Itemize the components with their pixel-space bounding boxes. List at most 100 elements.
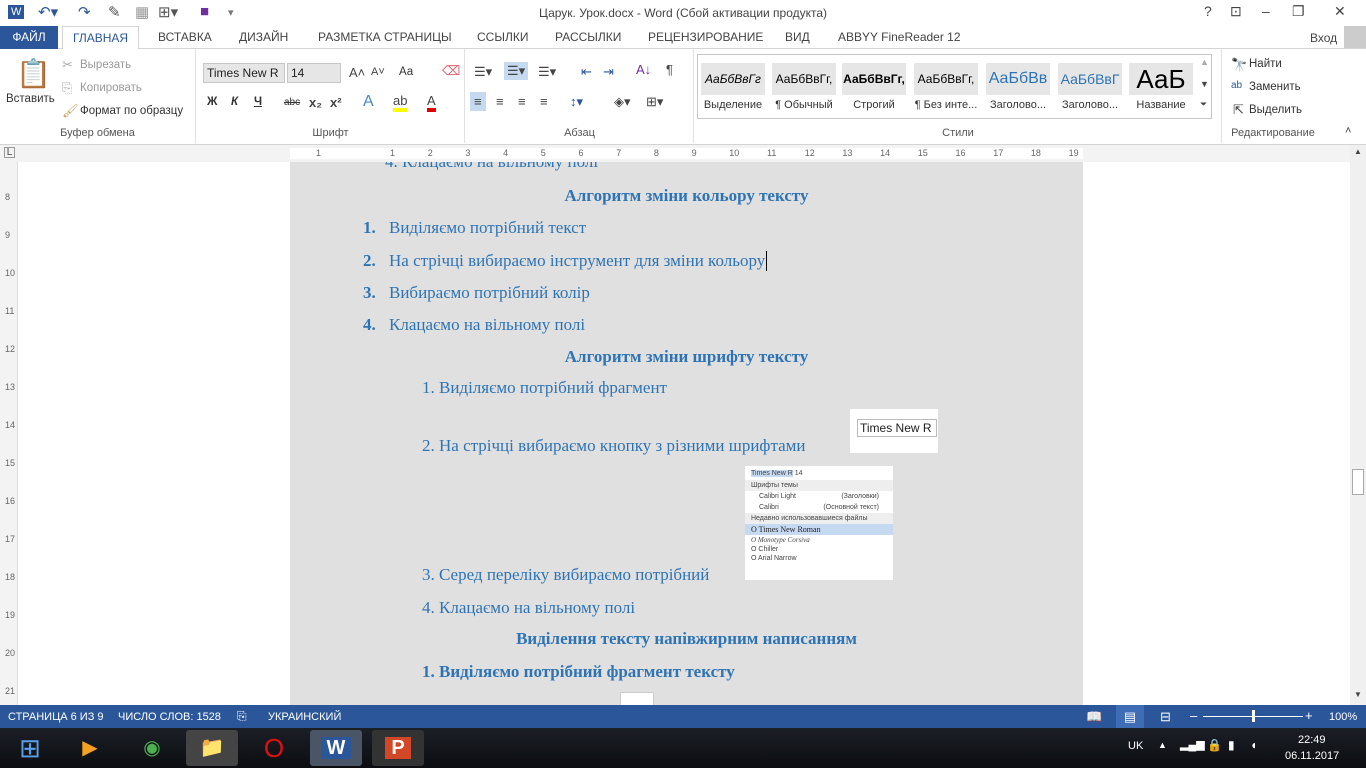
vertical-scrollbar[interactable]: ▲ ▼ xyxy=(1350,145,1366,705)
signal-icon[interactable]: ▂▄▆ xyxy=(1180,738,1205,751)
style-emphasis[interactable]: АаБбВвГг Выделение xyxy=(701,63,765,115)
style-heading-1[interactable]: АаБбВв Заголово... xyxy=(986,63,1050,115)
align-center-icon[interactable]: ≡ xyxy=(496,94,504,109)
print-layout-icon[interactable]: ▤ xyxy=(1116,705,1144,728)
align-right-icon[interactable]: ≡ xyxy=(518,94,526,109)
input-language[interactable]: UK xyxy=(1128,740,1143,752)
tab-file[interactable]: ФАЙЛ xyxy=(0,26,58,49)
tab-view[interactable]: ВИД xyxy=(775,26,820,49)
show-marks-icon[interactable]: ¶ xyxy=(666,62,673,77)
select-button[interactable]: Выделить xyxy=(1249,104,1302,116)
replace-button[interactable]: Заменить xyxy=(1249,81,1301,93)
font-size-select[interactable]: 14 xyxy=(287,63,341,83)
multilevel-list-icon[interactable]: ☰▾ xyxy=(538,64,556,80)
copy-button[interactable]: Копировать xyxy=(80,82,142,94)
chrome-icon[interactable]: ◉ xyxy=(126,730,178,766)
strikethrough-button[interactable]: abc xyxy=(284,97,300,108)
scroll-down-icon[interactable]: ▼ xyxy=(1354,690,1362,699)
media-player-icon[interactable]: ▶ xyxy=(64,730,116,766)
clear-formatting-icon[interactable]: ⌫ xyxy=(442,63,460,79)
tray-arrow-icon[interactable]: ▲ xyxy=(1158,740,1167,750)
shading-icon[interactable]: ◈▾ xyxy=(614,94,631,110)
underline-button[interactable]: Ч xyxy=(254,96,262,108)
font-box-image[interactable]: Times New R xyxy=(850,409,938,453)
word-count[interactable]: ЧИСЛО СЛОВ: 1528 xyxy=(118,711,221,723)
sign-in-link[interactable]: Вход xyxy=(1310,31,1337,45)
scroll-thumb[interactable] xyxy=(1352,469,1364,495)
help-button[interactable]: ? xyxy=(1204,3,1212,19)
minimize-icon[interactable]: – xyxy=(1262,3,1270,19)
cut-button[interactable]: Вырезать xyxy=(80,59,131,71)
borders-icon[interactable]: ⊞▾ xyxy=(646,94,663,110)
zoom-slider[interactable] xyxy=(1203,710,1303,722)
clock-time[interactable]: 22:49 xyxy=(1298,734,1326,746)
font-color-icon[interactable]: A xyxy=(427,93,436,112)
document-page[interactable]: 4. Клацаємо на вільному полі Алгоритм зм… xyxy=(290,162,1083,705)
justify-icon[interactable]: ≡ xyxy=(540,94,548,109)
restore-icon[interactable]: ❐ xyxy=(1292,3,1305,20)
collapse-ribbon-icon[interactable]: ˄ xyxy=(1345,125,1351,137)
zoom-slider-thumb[interactable] xyxy=(1252,710,1255,722)
style-title[interactable]: АаБ Название xyxy=(1129,63,1193,115)
tab-references[interactable]: ССЫЛКИ xyxy=(467,26,538,49)
sort-icon[interactable]: A↓ xyxy=(636,62,651,77)
increase-indent-icon[interactable]: ⇥ xyxy=(603,64,614,80)
style-normal[interactable]: АаБбВвГг, ¶ Обычный xyxy=(772,63,836,115)
subscript-icon[interactable]: x₂ xyxy=(309,95,322,110)
style-strong[interactable]: АаБбВвГг, Строгий xyxy=(842,63,906,115)
format-painter-button[interactable]: Формат по образцу xyxy=(80,105,183,117)
decrease-indent-icon[interactable]: ⇤ xyxy=(581,64,592,80)
change-case-button[interactable]: Аа xyxy=(399,66,413,78)
zoom-in-icon[interactable]: + xyxy=(1305,708,1313,723)
opera-icon[interactable]: O xyxy=(248,730,300,766)
gallery-up-icon[interactable]: ▲ xyxy=(1200,57,1209,67)
vertical-ruler[interactable]: 8 9 10 11 12 13 14 15 16 17 18 19 20 21 xyxy=(0,162,18,705)
lock-icon[interactable]: 🔒 xyxy=(1207,738,1222,752)
ribbon-display-icon[interactable]: ⊡ xyxy=(1230,3,1242,20)
tab-layout[interactable]: РАЗМЕТКА СТРАНИЦЫ xyxy=(308,26,462,49)
shrink-font-icon[interactable]: A˅ xyxy=(371,66,385,78)
read-mode-icon[interactable]: 📖 xyxy=(1086,709,1102,725)
highlight-icon[interactable]: ab xyxy=(393,93,408,112)
bullets-icon[interactable]: ☰▾ xyxy=(474,64,492,80)
font-list-image[interactable]: Times New R 14 Шрифты темы Calibri Light… xyxy=(745,466,893,580)
gallery-down-icon[interactable]: ▼ xyxy=(1200,79,1209,89)
align-left-icon[interactable]: ≡ xyxy=(470,92,486,111)
language[interactable]: УКРАИНСКИЙ xyxy=(268,711,341,723)
tab-selector-icon[interactable]: L xyxy=(4,147,15,158)
text-effects-icon[interactable]: A xyxy=(363,93,374,111)
volume-icon[interactable]: ◖ xyxy=(1250,738,1257,752)
gallery-more-icon[interactable]: ⏷ xyxy=(1200,99,1207,110)
numbering-icon[interactable]: ☰▾ xyxy=(504,62,529,80)
inline-image[interactable] xyxy=(620,692,654,705)
zoom-level[interactable]: 100% xyxy=(1329,711,1357,723)
powerpoint-icon[interactable]: P xyxy=(372,730,424,766)
style-heading-2[interactable]: АаБбВвГ Заголово... xyxy=(1058,63,1122,115)
superscript-icon[interactable]: x² xyxy=(330,95,342,110)
zoom-out-icon[interactable]: – xyxy=(1190,708,1197,723)
proofing-icon[interactable]: ⎘ xyxy=(237,709,247,724)
grow-font-icon[interactable]: A˄ xyxy=(349,65,365,80)
italic-button[interactable]: К xyxy=(231,96,238,108)
battery-icon[interactable]: ▮ xyxy=(1228,738,1235,752)
explorer-icon[interactable]: 📁 xyxy=(186,730,238,766)
start-icon[interactable]: ⊞ xyxy=(4,730,56,766)
page-count[interactable]: СТРАНИЦА 6 ИЗ 9 xyxy=(8,711,104,723)
tab-abbyy[interactable]: ABBYY FineReader 12 xyxy=(828,26,971,49)
style-no-spacing[interactable]: АаБбВвГг, ¶ Без инте... xyxy=(914,63,978,115)
paste-button[interactable]: Вставить xyxy=(6,93,55,105)
web-layout-icon[interactable]: ⊟ xyxy=(1160,709,1171,725)
close-icon[interactable]: ✕ xyxy=(1334,3,1346,20)
tab-insert[interactable]: ВСТАВКА xyxy=(148,26,222,49)
find-button[interactable]: Найти xyxy=(1249,58,1282,70)
word-taskbar-icon[interactable]: W xyxy=(310,730,362,766)
tab-review[interactable]: РЕЦЕНЗИРОВАНИЕ xyxy=(638,26,773,49)
font-name-select[interactable]: Times New R xyxy=(203,63,285,83)
tab-design[interactable]: ДИЗАЙН xyxy=(229,26,298,49)
clock-date[interactable]: 06.11.2017 xyxy=(1285,750,1339,762)
bold-button[interactable]: Ж xyxy=(207,96,217,108)
tab-home[interactable]: ГЛАВНАЯ xyxy=(62,26,140,50)
paste-icon[interactable]: 📋 xyxy=(16,57,51,90)
horizontal-ruler[interactable]: 1 1 2 3 4 5 6 7 8 9 10 11 12 13 14 15 16 17 18 19 xyxy=(290,148,1083,159)
line-spacing-icon[interactable]: ↕▾ xyxy=(570,94,583,110)
